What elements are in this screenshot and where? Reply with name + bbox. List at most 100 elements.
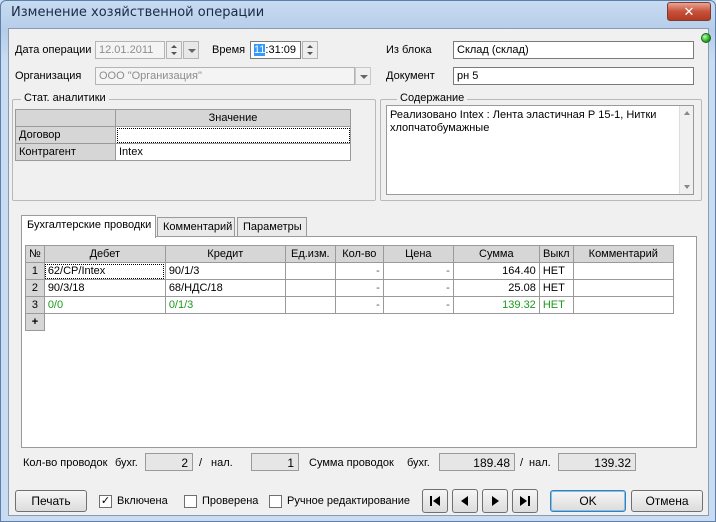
checked-label: Проверена [202,495,259,507]
col-header-price[interactable]: Цена [382,245,454,263]
org-dropdown-button[interactable] [355,67,371,85]
table-row[interactable]: 1 62/CP/Intex 90/1/3 - - 164.40 НЕТ [25,262,674,280]
time-spinner[interactable] [302,41,318,59]
table-row[interactable]: Договор [15,126,351,144]
col-header-comment[interactable]: Комментарий [572,245,674,263]
cell-price[interactable]: - [382,279,454,297]
col-header-unit[interactable]: Ед.изм. [284,245,336,263]
sum-buh-label: бухг. [407,457,430,469]
col-header-num[interactable]: № [25,245,45,263]
sum-nal-field: 139.32 [558,453,636,471]
block-field[interactable]: Склад (склад) [453,41,694,59]
row-number: 2 [25,279,45,297]
ok-button[interactable]: OK [550,490,626,512]
entries-table: № Дебет Кредит Ед.изм. Кол-во Цена Сумма… [25,245,674,331]
tab-comment[interactable]: Комментарий [157,217,235,237]
stat-row-value[interactable]: Intex [115,143,351,161]
cell-unit[interactable] [284,296,336,314]
next-record-icon [492,496,499,506]
cell-sum[interactable]: 164.40 [452,262,540,280]
doc-field[interactable]: рн 5 [453,67,694,85]
stat-analytics-table: Значение Договор Контрагент Intex [15,109,351,161]
tab-accounting-entries[interactable]: Бухгалтерские проводки [21,215,156,238]
stat-row-name: Договор [15,126,116,144]
prev-record-icon [461,496,468,506]
count-buh-field: 2 [145,453,193,471]
sum-buh-field: 189.48 [439,453,515,471]
cell-credit[interactable]: 68/НДС/18 [164,279,286,297]
cell-debit[interactable]: 62/CP/Intex [43,262,166,280]
cell-comment[interactable] [572,296,674,314]
count-nal-field: 1 [251,453,299,471]
count-slash: / [199,457,203,469]
cell-off[interactable]: НЕТ [538,262,574,280]
cell-credit[interactable]: 0/1/3 [164,296,286,314]
entries-panel: № Дебет Кредит Ед.изм. Кол-во Цена Сумма… [21,236,697,448]
table-row[interactable]: 2 90/3/18 68/НДС/18 - - 25.08 НЕТ [25,279,674,297]
stat-analytics-title: Стат. аналитики [21,92,109,104]
cell-qty[interactable]: - [334,262,384,280]
col-header-sum[interactable]: Сумма [452,245,540,263]
cell-unit[interactable] [284,279,336,297]
dialog-window: Изменение хозяйственной операции ✕ Дата … [0,0,716,522]
print-button[interactable]: Печать [15,490,87,512]
row-number: 3 [25,296,45,314]
time-label: Время [212,44,246,56]
cell-price[interactable]: - [382,262,454,280]
cell-credit[interactable]: 90/1/3 [164,262,286,280]
date-field[interactable]: 12.01.2011 [95,41,165,59]
next-record-button[interactable] [482,489,508,513]
cell-price[interactable]: - [382,296,454,314]
checked-checkbox[interactable] [184,495,197,508]
cell-comment[interactable] [572,279,674,297]
date-dropdown-button[interactable] [183,41,199,59]
stat-header-value: Значение [115,109,351,127]
first-record-icon [430,496,440,506]
sum-nal-label: нал. [529,457,551,469]
title-bar[interactable]: Изменение хозяйственной операции ✕ [1,1,715,27]
cell-off[interactable]: НЕТ [538,296,574,314]
stat-row-value[interactable] [115,126,351,144]
content-scrollbar[interactable] [679,106,693,194]
stat-header-blank [15,109,116,127]
tab-parameters[interactable]: Параметры [237,217,307,237]
cell-qty[interactable]: - [334,279,384,297]
date-spinner[interactable] [166,41,182,59]
count-label: Кол-во проводок [23,457,108,469]
col-header-credit[interactable]: Кредит [164,245,286,263]
content-title: Содержание [397,92,468,104]
prev-record-button[interactable] [452,489,478,513]
time-hours-selection: 11 [254,44,266,56]
empty-area [44,313,674,331]
add-row-button[interactable]: + [25,313,45,331]
cell-unit[interactable] [284,262,336,280]
first-record-button[interactable] [422,489,448,513]
cancel-button[interactable]: Отмена [631,490,703,512]
enabled-label: Включена [117,495,168,507]
cell-qty[interactable]: - [334,296,384,314]
cell-sum[interactable]: 25.08 [452,279,540,297]
content-textarea[interactable]: Реализовано Intex : Лента эластичная Р 1… [386,105,694,195]
enabled-checkbox[interactable]: ✓ [99,495,112,508]
cell-sum[interactable]: 139.32 [452,296,540,314]
cell-comment[interactable] [572,262,674,280]
last-record-button[interactable] [512,489,538,513]
col-header-qty[interactable]: Кол-во [334,245,384,263]
cell-off[interactable]: НЕТ [538,279,574,297]
close-button[interactable]: ✕ [667,2,711,21]
table-row[interactable]: 3 0/0 0/1/3 - - 139.32 НЕТ [25,296,674,314]
table-row[interactable]: Контрагент Intex [15,143,351,161]
time-rest: :31:09 [265,44,297,56]
doc-label: Документ [386,70,435,82]
row-number: 1 [25,262,45,280]
cell-debit[interactable]: 90/3/18 [43,279,166,297]
time-field[interactable]: 11:31:09 [250,41,301,59]
manual-edit-checkbox[interactable] [269,495,282,508]
org-field[interactable]: ООО "Организация" [95,67,355,85]
cell-debit[interactable]: 0/0 [43,296,166,314]
col-header-debit[interactable]: Дебет [43,245,166,263]
sum-label: Сумма проводок [309,457,394,469]
org-label: Организация [15,70,82,82]
date-label: Дата операции [15,44,92,56]
col-header-off[interactable]: Выкл [538,245,574,263]
